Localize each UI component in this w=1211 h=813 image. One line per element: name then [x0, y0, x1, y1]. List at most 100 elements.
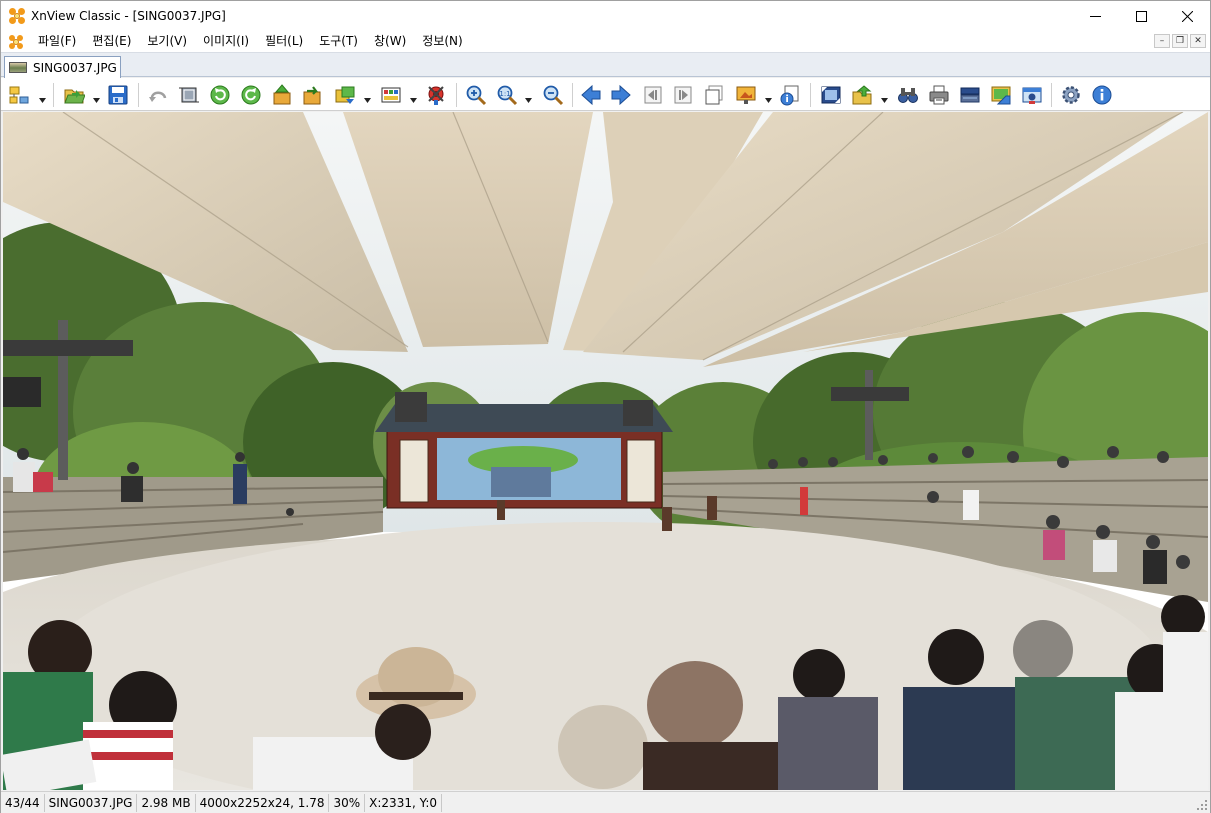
open-folder-icon	[64, 89, 85, 104]
properties-button[interactable]	[778, 83, 802, 107]
menu-window[interactable]: 창(W)	[366, 31, 414, 52]
close-icon	[1181, 10, 1193, 22]
zoom-in-button[interactable]	[464, 83, 488, 107]
settings-button[interactable]	[1059, 83, 1083, 107]
tab-sing0037[interactable]: SING0037.JPG	[4, 56, 121, 78]
status-zoom: 30%	[329, 793, 366, 812]
adjust-colors-button[interactable]	[379, 83, 403, 107]
webcam-button[interactable]	[1020, 83, 1044, 107]
restore-icon: ❐	[1175, 35, 1185, 46]
document-tabs: SING0037.JPG	[1, 52, 1210, 78]
export-button[interactable]	[850, 83, 874, 107]
minimize-icon	[1089, 15, 1101, 17]
maximize-button[interactable]	[1118, 1, 1164, 31]
zoom-in-icon	[466, 85, 487, 106]
info-button[interactable]	[1090, 83, 1114, 107]
first-button[interactable]	[641, 83, 665, 107]
menu-image[interactable]: 이미지(I)	[195, 31, 257, 52]
xnview-logo-icon	[9, 8, 25, 24]
status-position: 43/44	[1, 793, 45, 812]
resize-grip-icon[interactable]	[1196, 799, 1208, 811]
print-button[interactable]	[927, 83, 951, 107]
mdi-minimize-button[interactable]: –	[1154, 34, 1170, 48]
red-eye-icon	[428, 86, 444, 105]
status-filesize: 2.98 MB	[137, 793, 196, 812]
last-button[interactable]	[671, 83, 695, 107]
fullscreen-icon	[821, 86, 841, 104]
tab-label: SING0037.JPG	[33, 60, 117, 75]
status-bar: 43/44 SING0037.JPG 2.98 MB 4000x2252x24,…	[1, 791, 1210, 813]
convert-button[interactable]	[333, 83, 357, 107]
info-icon	[1092, 85, 1112, 105]
previous-button[interactable]	[579, 83, 603, 107]
find-icon	[898, 88, 918, 103]
scanner-icon	[960, 87, 980, 103]
maximize-icon	[1135, 10, 1147, 22]
browser-button[interactable]	[7, 83, 31, 107]
minimize-icon: –	[1159, 35, 1165, 46]
slideshow-icon	[736, 86, 756, 104]
document-menu-icon[interactable]	[8, 34, 24, 50]
title-bar[interactable]: XnView Classic - [SING0037.JPG]	[1, 1, 1210, 31]
crop-icon	[179, 87, 199, 103]
mdi-close-button[interactable]: ✕	[1190, 34, 1206, 48]
red-eye-button[interactable]	[424, 83, 448, 107]
settings-icon	[1062, 86, 1080, 104]
zoom-icon: 1:1	[497, 85, 518, 106]
browser-icon	[9, 86, 29, 104]
next-icon	[611, 84, 631, 106]
mdi-restore-button[interactable]: ❐	[1172, 34, 1188, 48]
zoom-out-button[interactable]	[541, 83, 565, 107]
menu-tools[interactable]: 도구(T)	[311, 31, 366, 52]
previous-icon	[581, 84, 601, 106]
last-icon	[674, 86, 692, 104]
open-button[interactable]	[62, 83, 86, 107]
auto-rotate-button[interactable]	[300, 83, 324, 107]
convert-icon	[335, 86, 355, 104]
webcam-icon	[1022, 87, 1042, 104]
menu-filter[interactable]: 필터(L)	[257, 31, 311, 52]
find-button[interactable]	[896, 83, 920, 107]
print-icon	[929, 85, 949, 105]
image-viewport[interactable]	[3, 112, 1208, 790]
first-icon	[644, 86, 662, 104]
next-button[interactable]	[609, 83, 633, 107]
menu-bar: 파일(F) 편집(E) 보기(V) 이미지(I) 필터(L) 도구(T) 창(W…	[1, 31, 1210, 52]
minimize-button[interactable]	[1072, 1, 1118, 31]
capture-button[interactable]	[989, 83, 1013, 107]
properties-icon	[780, 85, 799, 106]
crop-button[interactable]	[177, 83, 201, 107]
fullscreen-button[interactable]	[819, 83, 843, 107]
photo-amphitheater	[3, 112, 1208, 790]
flip-icon	[273, 84, 291, 105]
zoom-out-icon	[543, 85, 564, 106]
undo-icon	[149, 91, 167, 102]
menu-view[interactable]: 보기(V)	[139, 31, 195, 52]
menu-info[interactable]: 정보(N)	[414, 31, 470, 52]
export-icon	[852, 85, 872, 105]
zoom-button[interactable]: 1:1	[495, 83, 519, 107]
scanner-button[interactable]	[958, 83, 982, 107]
rotate-right-button[interactable]	[239, 83, 263, 107]
rotate-right-icon	[241, 85, 261, 105]
pages-button[interactable]	[702, 83, 726, 107]
pages-icon	[705, 85, 723, 105]
menu-file[interactable]: 파일(F)	[30, 31, 84, 52]
menu-edit[interactable]: 편집(E)	[84, 31, 139, 52]
status-coords: X:2331, Y:0	[365, 793, 443, 812]
capture-icon	[991, 86, 1011, 105]
window-title: XnView Classic - [SING0037.JPG]	[31, 9, 226, 23]
rotate-left-button[interactable]	[208, 83, 232, 107]
image-thumbnail-icon	[9, 62, 27, 73]
save-icon	[108, 85, 128, 105]
flip-button[interactable]	[270, 83, 294, 107]
undo-button[interactable]	[146, 83, 170, 107]
status-dimensions: 4000x2252x24, 1.78	[196, 793, 330, 812]
svg-text:1:1: 1:1	[499, 90, 510, 98]
toolbar: 1:1	[1, 78, 1210, 111]
close-button[interactable]	[1164, 1, 1210, 31]
save-button[interactable]	[106, 83, 130, 107]
slideshow-button[interactable]	[734, 83, 758, 107]
app-window: XnView Classic - [SING0037.JPG] 파일(F) 편집…	[0, 0, 1211, 813]
adjust-colors-icon	[381, 87, 401, 103]
